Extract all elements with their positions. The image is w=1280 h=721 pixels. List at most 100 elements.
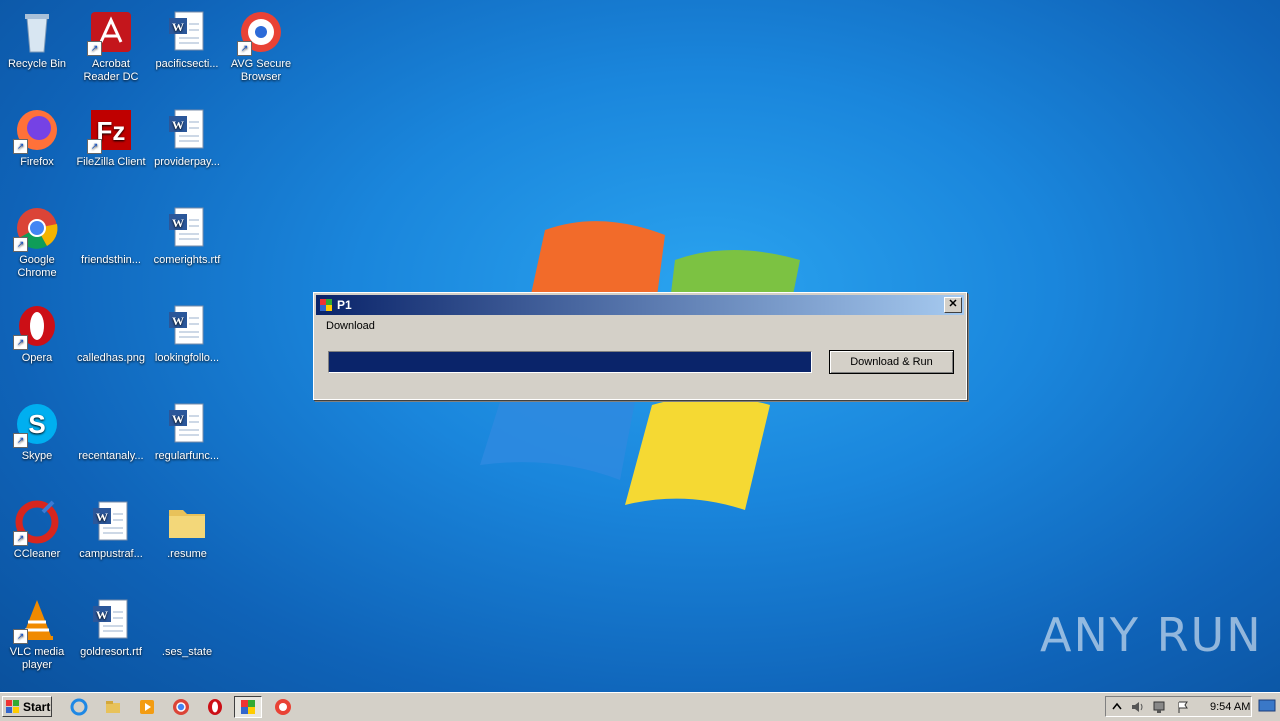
opera-icon[interactable]	[206, 698, 224, 716]
desktop-icon[interactable]: Wregularfunc...	[150, 396, 224, 463]
desktop-icon-label: comerights.rtf	[153, 254, 221, 266]
word-doc-icon: W	[163, 302, 211, 350]
blank-file-icon	[87, 400, 135, 448]
desktop-icon-label: Firefox	[20, 156, 54, 168]
desktop-icon[interactable]: recentanaly...	[74, 396, 148, 463]
word-doc-icon: W	[163, 106, 211, 154]
shortcut-arrow-icon: ↗	[13, 335, 28, 350]
start-button[interactable]: Start	[2, 696, 52, 717]
system-tray: 9:54 AM	[1105, 696, 1252, 717]
desktop-icon[interactable]: ↗ CCleaner	[0, 494, 74, 561]
desktop-icon-label: providerpay...	[154, 156, 220, 168]
desktop-icon-label: .ses_state	[161, 646, 213, 658]
desktop-icon-label: campustraf...	[79, 548, 143, 560]
desktop-icon[interactable]: Wproviderpay...	[150, 102, 224, 169]
svg-text:W: W	[172, 20, 184, 34]
skype-icon: S ↗	[13, 400, 61, 448]
show-desktop-icon[interactable]	[1258, 698, 1276, 714]
word-doc-icon: W	[163, 204, 211, 252]
ie-icon[interactable]	[70, 698, 88, 716]
desktop-icon[interactable]: ↗ AVG Secure Browser	[224, 4, 298, 84]
download-and-run-button[interactable]: Download & Run	[829, 350, 954, 374]
word-doc-icon: W	[163, 8, 211, 56]
word-doc-icon: W	[163, 400, 211, 448]
p1-dialog: P1 ✕ Download Download & Run	[313, 292, 967, 400]
close-icon: ✕	[948, 298, 958, 310]
desktop-icon-label: AVG Secure Browser	[230, 58, 292, 83]
svg-text:S: S	[28, 409, 45, 439]
desktop-icon[interactable]: Wcampustraf...	[74, 494, 148, 561]
desktop-icon[interactable]: ↗ Google Chrome	[0, 200, 74, 280]
shortcut-arrow-icon: ↗	[13, 433, 28, 448]
desktop-icon[interactable]: ↗ VLC media player	[0, 592, 74, 672]
desktop-icon[interactable]: ↗ Acrobat Reader DC	[74, 4, 148, 84]
desktop-icon[interactable]: ↗ Opera	[0, 298, 74, 365]
opera-icon: ↗	[13, 302, 61, 350]
ccleaner-icon: ↗	[13, 498, 61, 546]
download-progress-bar	[328, 351, 812, 373]
shortcut-arrow-icon: ↗	[13, 237, 28, 252]
desktop-icon-label: lookingfollo...	[154, 352, 220, 364]
filezilla-icon: Fz ↗	[87, 106, 135, 154]
desktop-icon-label: Google Chrome	[17, 254, 57, 279]
desktop-icon-label: Acrobat Reader DC	[83, 58, 139, 83]
desktop-icon[interactable]: friendsthin...	[74, 200, 148, 267]
svg-text:W: W	[172, 216, 184, 230]
action-center-flag-icon[interactable]	[1176, 700, 1190, 714]
media-player-icon[interactable]	[138, 698, 156, 716]
desktop-icon-label: goldresort.rtf	[80, 646, 142, 658]
chrome-icon: ↗	[13, 204, 61, 252]
desktop-icon[interactable]: .ses_state	[150, 592, 224, 659]
explorer-icon[interactable]	[104, 698, 122, 716]
svg-text:W: W	[172, 118, 184, 132]
desktop-icon[interactable]: Wpacificsecti...	[150, 4, 224, 71]
windows-flag-icon	[6, 699, 19, 713]
dialog-title: P1	[337, 298, 352, 312]
svg-text:W: W	[96, 608, 108, 622]
desktop-icon-label: VLC media player	[9, 646, 65, 671]
svg-text:W: W	[172, 412, 184, 426]
desktop-icon[interactable]: Wcomerights.rtf	[150, 200, 224, 267]
start-label: Start	[23, 699, 51, 714]
network-icon[interactable]	[1152, 700, 1166, 714]
word-doc-icon: W	[87, 498, 135, 546]
shortcut-arrow-icon: ↗	[87, 41, 102, 56]
avg-browser-icon: ↗	[237, 8, 285, 56]
download-label: Download	[326, 320, 375, 332]
shortcut-arrow-icon: ↗	[13, 629, 28, 644]
shortcut-arrow-icon: ↗	[13, 139, 28, 154]
svg-text:W: W	[96, 510, 108, 524]
desktop-icon-label: Recycle Bin	[7, 58, 67, 70]
desktop-icon-label: calledhas.png	[77, 352, 145, 364]
desktop-icon[interactable]: .resume	[150, 494, 224, 561]
desktop-icon[interactable]: Wlookingfollo...	[150, 298, 224, 365]
avg-browser-icon[interactable]	[274, 698, 292, 716]
blank-file-icon	[163, 596, 211, 644]
desktop-icon-label: recentanaly...	[78, 450, 144, 462]
p1-app-icon	[320, 299, 332, 311]
acrobat-icon: ↗	[87, 8, 135, 56]
chrome-icon[interactable]	[172, 698, 190, 716]
firefox-icon: ↗	[13, 106, 61, 154]
anyrun-watermark: ANY RUN	[1040, 608, 1263, 662]
desktop-icon-label: Skype	[21, 450, 53, 462]
taskbar: Start 9:54 AM	[0, 692, 1280, 721]
desktop-icon-label: friendsthin...	[81, 254, 141, 266]
volume-icon[interactable]	[1130, 700, 1144, 714]
desktop-icon[interactable]: ↗ Firefox	[0, 102, 74, 169]
word-doc-icon: W	[87, 596, 135, 644]
shortcut-arrow-icon: ↗	[87, 139, 102, 154]
desktop-icon-label: pacificsecti...	[155, 58, 219, 70]
close-button[interactable]: ✕	[944, 297, 962, 313]
desktop-icon-label: .resume	[167, 548, 207, 560]
p1-app-icon[interactable]	[239, 698, 257, 716]
desktop-icon[interactable]: Fz ↗ FileZilla Client	[74, 102, 148, 169]
desktop-icon[interactable]: S ↗ Skype	[0, 396, 74, 463]
desktop-icon[interactable]: Wgoldresort.rtf	[74, 592, 148, 659]
show-hidden-icon[interactable]	[1110, 700, 1124, 714]
dialog-titlebar[interactable]: P1 ✕	[316, 295, 964, 315]
clock[interactable]: 9:54 AM	[1210, 701, 1250, 713]
desktop-icon-label: CCleaner	[13, 548, 61, 560]
desktop-icon[interactable]: Recycle Bin	[0, 4, 74, 71]
desktop-icon[interactable]: calledhas.png	[74, 298, 148, 365]
